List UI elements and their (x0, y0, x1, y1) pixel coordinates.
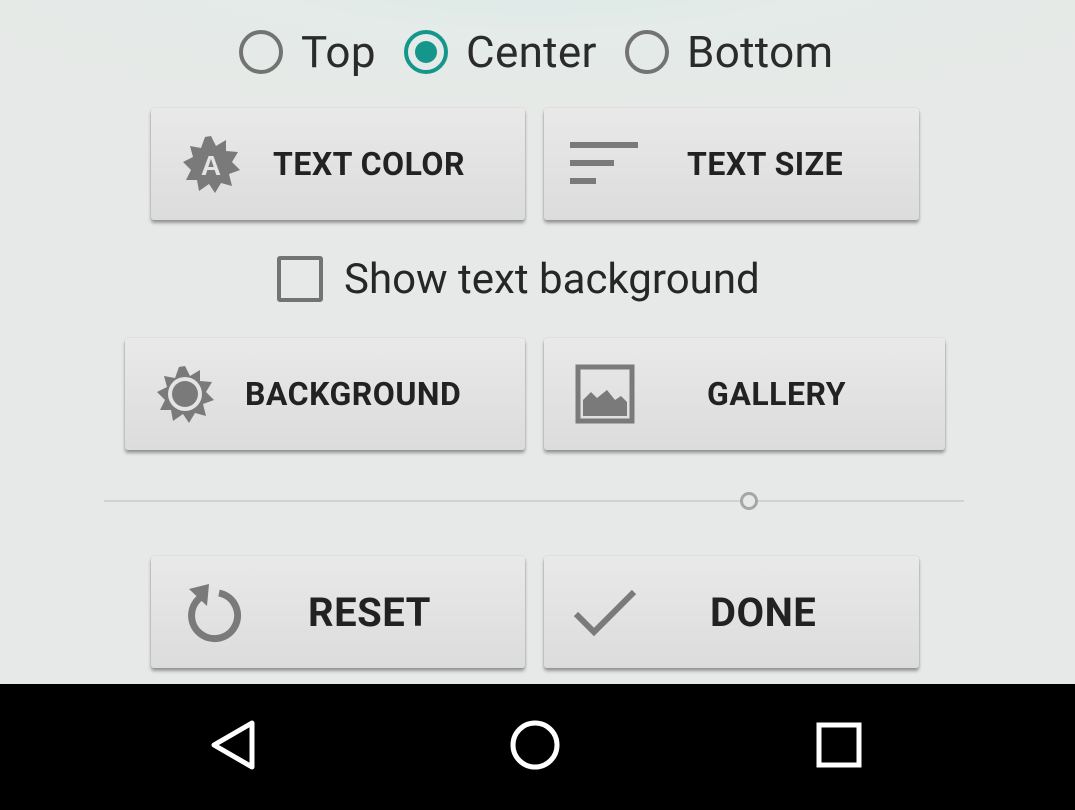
gallery-image-icon (575, 364, 635, 428)
editor-panel: Top Center Bottom A TEXT COLOR TEXT SIZE… (0, 0, 1075, 684)
seek-slider[interactable] (104, 488, 964, 516)
text-size-button[interactable]: TEXT SIZE (544, 108, 919, 220)
radio-center-label[interactable]: Center (466, 26, 597, 78)
radio-top[interactable]: Top (239, 24, 376, 80)
text-size-lines-icon (570, 140, 640, 192)
radio-bottom-indicator[interactable] (625, 30, 669, 74)
reset-button[interactable]: RESET (151, 556, 525, 668)
background-label: BACKGROUND (245, 375, 462, 413)
nav-recents-button[interactable] (779, 684, 899, 810)
radio-bottom-label[interactable]: Bottom (687, 26, 833, 78)
done-button[interactable]: DONE (544, 556, 919, 668)
show-text-background-label[interactable]: Show text background (344, 255, 760, 304)
reset-label: RESET (308, 588, 431, 636)
text-size-label: TEXT SIZE (687, 145, 844, 183)
show-text-background-checkbox[interactable]: Show text background (277, 254, 760, 304)
nav-home-button[interactable] (475, 684, 595, 810)
background-button[interactable]: BACKGROUND (125, 338, 525, 450)
position-radio-group: Top Center Bottom (0, 24, 1075, 80)
show-text-background-box[interactable] (277, 256, 323, 302)
radio-center-indicator[interactable] (404, 30, 448, 74)
nav-back-button[interactable] (173, 684, 293, 810)
text-color-label: TEXT COLOR (273, 145, 465, 183)
system-navigation-bar (0, 684, 1075, 810)
done-label: DONE (710, 588, 817, 636)
gallery-button[interactable]: GALLERY (544, 338, 945, 450)
recents-square-icon (815, 721, 863, 773)
radio-center[interactable]: Center (404, 24, 597, 80)
back-triangle-icon (208, 719, 258, 775)
seek-thumb[interactable] (740, 492, 758, 510)
radio-top-label[interactable]: Top (301, 26, 376, 78)
radio-top-indicator[interactable] (239, 30, 283, 74)
svg-text:A: A (201, 150, 221, 181)
radio-bottom[interactable]: Bottom (625, 24, 833, 80)
reset-rotate-icon (179, 580, 243, 648)
text-color-button[interactable]: A TEXT COLOR (151, 108, 525, 220)
background-sun-icon (155, 364, 215, 428)
home-circle-icon (508, 718, 562, 776)
gallery-label: GALLERY (707, 375, 846, 413)
seek-track[interactable] (104, 500, 964, 502)
done-check-icon (572, 586, 638, 642)
text-color-badge-icon: A (181, 134, 241, 198)
